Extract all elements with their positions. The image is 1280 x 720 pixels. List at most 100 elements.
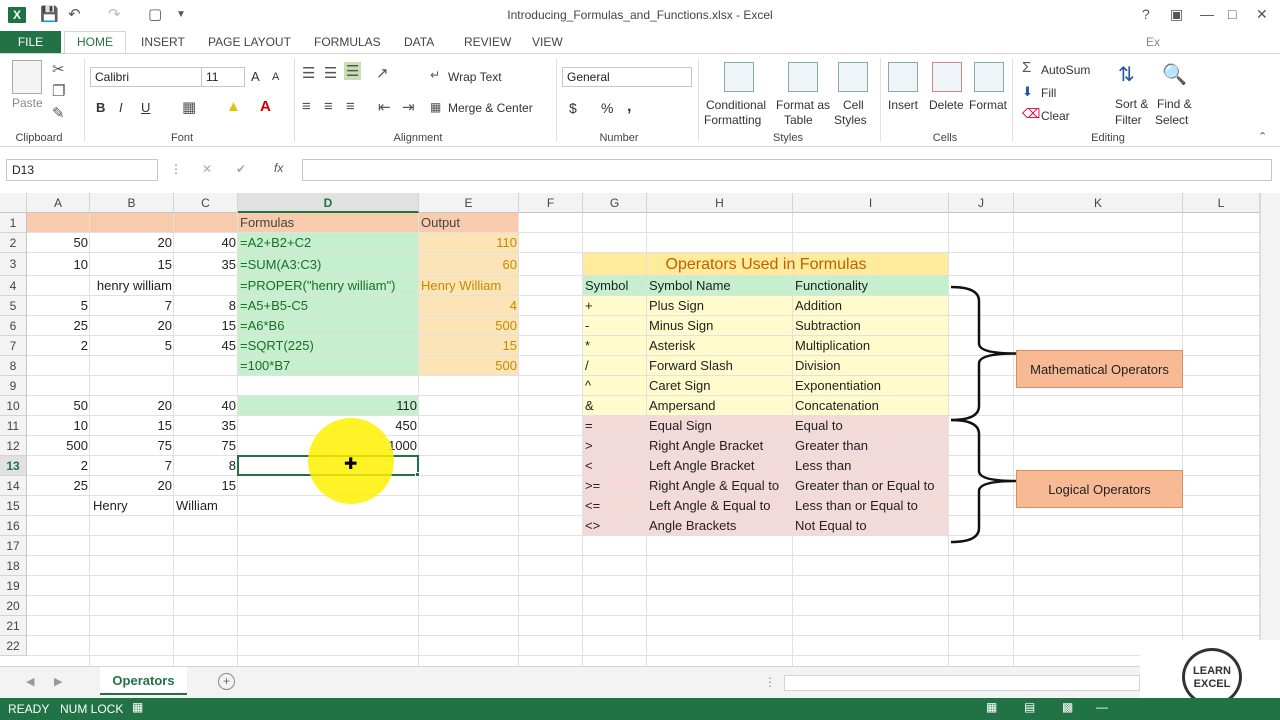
row-header-4[interactable]: 4: [0, 276, 27, 296]
account-name[interactable]: Ex: [1146, 34, 1160, 53]
borders-icon[interactable]: ▦: [182, 98, 196, 116]
italic-button[interactable]: I: [119, 100, 123, 115]
cell-a3[interactable]: 10: [27, 253, 90, 276]
row-header-12[interactable]: 12: [0, 436, 27, 456]
row-header-10[interactable]: 10: [0, 396, 27, 416]
cell-e8[interactable]: 500: [419, 356, 519, 376]
tab-split-icon[interactable]: ⋮: [764, 675, 776, 689]
font-size-select[interactable]: 11: [201, 67, 245, 87]
row-header-21[interactable]: 21: [0, 616, 27, 636]
row-header-20[interactable]: 20: [0, 596, 27, 616]
tab-file[interactable]: FILE: [0, 31, 61, 53]
conditional-formatting-label-2[interactable]: Formatting: [704, 113, 761, 127]
tab-view[interactable]: VIEW: [532, 34, 563, 53]
fill-button[interactable]: Fill: [1041, 86, 1056, 100]
cell-a12[interactable]: 500: [27, 436, 90, 456]
row-header-18[interactable]: 18: [0, 556, 27, 576]
format-cells-button[interactable]: Format: [969, 98, 1007, 112]
sort-filter-label[interactable]: Sort &: [1115, 97, 1148, 111]
conditional-formatting-label[interactable]: Conditional: [706, 98, 766, 112]
cell-c14[interactable]: 15: [174, 476, 238, 496]
cell-e4[interactable]: Henry William: [419, 276, 519, 296]
cell-e3[interactable]: 60: [419, 253, 519, 276]
cell-b10[interactable]: 20: [90, 396, 174, 416]
row-header-2[interactable]: 2: [0, 233, 27, 253]
tab-data[interactable]: DATA: [404, 34, 434, 53]
cell-d8[interactable]: =100*B7: [238, 356, 419, 376]
format-painter-icon[interactable]: ✎: [52, 104, 65, 122]
format-as-table-label-2[interactable]: Table: [784, 113, 813, 127]
help-icon[interactable]: ?: [1142, 6, 1150, 22]
tab-home[interactable]: HOME: [64, 31, 126, 54]
cell-c11[interactable]: 35: [174, 416, 238, 436]
row-header-22[interactable]: 22: [0, 636, 27, 656]
vertical-scrollbar[interactable]: [1260, 193, 1280, 666]
cell-e1[interactable]: Output: [419, 213, 519, 233]
delete-cells-button[interactable]: Delete: [929, 98, 964, 112]
paste-icon[interactable]: [12, 60, 42, 94]
cell-c5[interactable]: 8: [174, 296, 238, 316]
format-cells-icon[interactable]: [974, 62, 1004, 92]
bold-button[interactable]: B: [96, 100, 105, 115]
cell-a14[interactable]: 25: [27, 476, 90, 496]
select-all-corner[interactable]: [0, 193, 27, 213]
cell-styles-label[interactable]: Cell: [843, 98, 864, 112]
middle-align-icon[interactable]: ☰: [324, 64, 337, 82]
cell-styles-icon[interactable]: [838, 62, 868, 92]
column-header-k[interactable]: K: [1014, 193, 1183, 213]
cell-c3[interactable]: 35: [174, 253, 238, 276]
cell-b14[interactable]: 20: [90, 476, 174, 496]
cut-icon[interactable]: ✂: [52, 60, 65, 78]
underline-button[interactable]: U: [141, 100, 150, 115]
font-color-icon[interactable]: A: [260, 98, 271, 115]
cell-a6[interactable]: 25: [27, 316, 90, 336]
sheet-tab-operators[interactable]: Operators: [100, 667, 187, 695]
cell-b15[interactable]: Henry: [90, 496, 174, 516]
tab-formulas[interactable]: FORMULAS: [314, 34, 381, 53]
row-header-5[interactable]: 5: [0, 296, 27, 316]
cell-b13[interactable]: 7: [90, 456, 174, 476]
cell-a11[interactable]: 10: [27, 416, 90, 436]
comma-button[interactable]: ,: [627, 98, 631, 116]
fill-color-icon[interactable]: ▲: [226, 98, 241, 115]
cell-b7[interactable]: 5: [90, 336, 174, 356]
column-header-l[interactable]: L: [1183, 193, 1260, 213]
row-header-15[interactable]: 15: [0, 496, 27, 516]
delete-cells-icon[interactable]: [932, 62, 962, 92]
column-header-f[interactable]: F: [519, 193, 583, 213]
cell-c13[interactable]: 8: [174, 456, 238, 476]
spreadsheet-grid[interactable]: A B C D E F G H I J K L 1 2 3 4 5 6 7 8 9 10 11 12 13 14 15 16 17 18 1…: [0, 193, 1260, 666]
cell-d10[interactable]: 110: [238, 396, 419, 416]
cell-a10[interactable]: 50: [27, 396, 90, 416]
align-left-icon[interactable]: ≡: [302, 98, 311, 115]
paste-button[interactable]: Paste: [12, 96, 43, 110]
row-header-3[interactable]: 3: [0, 253, 27, 276]
find-select-label[interactable]: Find &: [1157, 97, 1192, 111]
sort-filter-label-2[interactable]: Filter: [1115, 113, 1142, 127]
row-header-14[interactable]: 14: [0, 476, 27, 496]
cell-e2[interactable]: 110: [419, 233, 519, 253]
percent-button[interactable]: %: [601, 100, 613, 116]
cell-b4[interactable]: henry william: [90, 276, 174, 296]
cell-d2[interactable]: =A2+B2+C2: [238, 233, 419, 253]
cell-d6[interactable]: =A6*B6: [238, 316, 419, 336]
wrap-text-button[interactable]: Wrap Text: [448, 70, 502, 84]
column-header-i[interactable]: I: [793, 193, 949, 213]
tab-insert[interactable]: INSERT: [141, 34, 185, 53]
cell-d3[interactable]: =SUM(A3:C3): [238, 253, 419, 276]
row-header-6[interactable]: 6: [0, 316, 27, 336]
name-box[interactable]: D13: [6, 159, 158, 181]
cell-e5[interactable]: 4: [419, 296, 519, 316]
page-layout-view-icon[interactable]: ▤: [1024, 700, 1035, 714]
cell-b3[interactable]: 15: [90, 253, 174, 276]
minimize-icon[interactable]: —: [1200, 6, 1214, 22]
row-header-13[interactable]: 13: [0, 456, 27, 476]
page-break-view-icon[interactable]: ▩: [1062, 700, 1073, 714]
clear-button[interactable]: Clear: [1041, 109, 1070, 123]
format-as-table-icon[interactable]: [788, 62, 818, 92]
bottom-align-icon[interactable]: ☰: [344, 62, 362, 80]
autosum-button[interactable]: AutoSum: [1041, 63, 1090, 77]
ribbon-display-icon[interactable]: ▣: [1170, 6, 1183, 23]
row-header-9[interactable]: 9: [0, 376, 27, 396]
tab-review[interactable]: REVIEW: [464, 34, 511, 53]
